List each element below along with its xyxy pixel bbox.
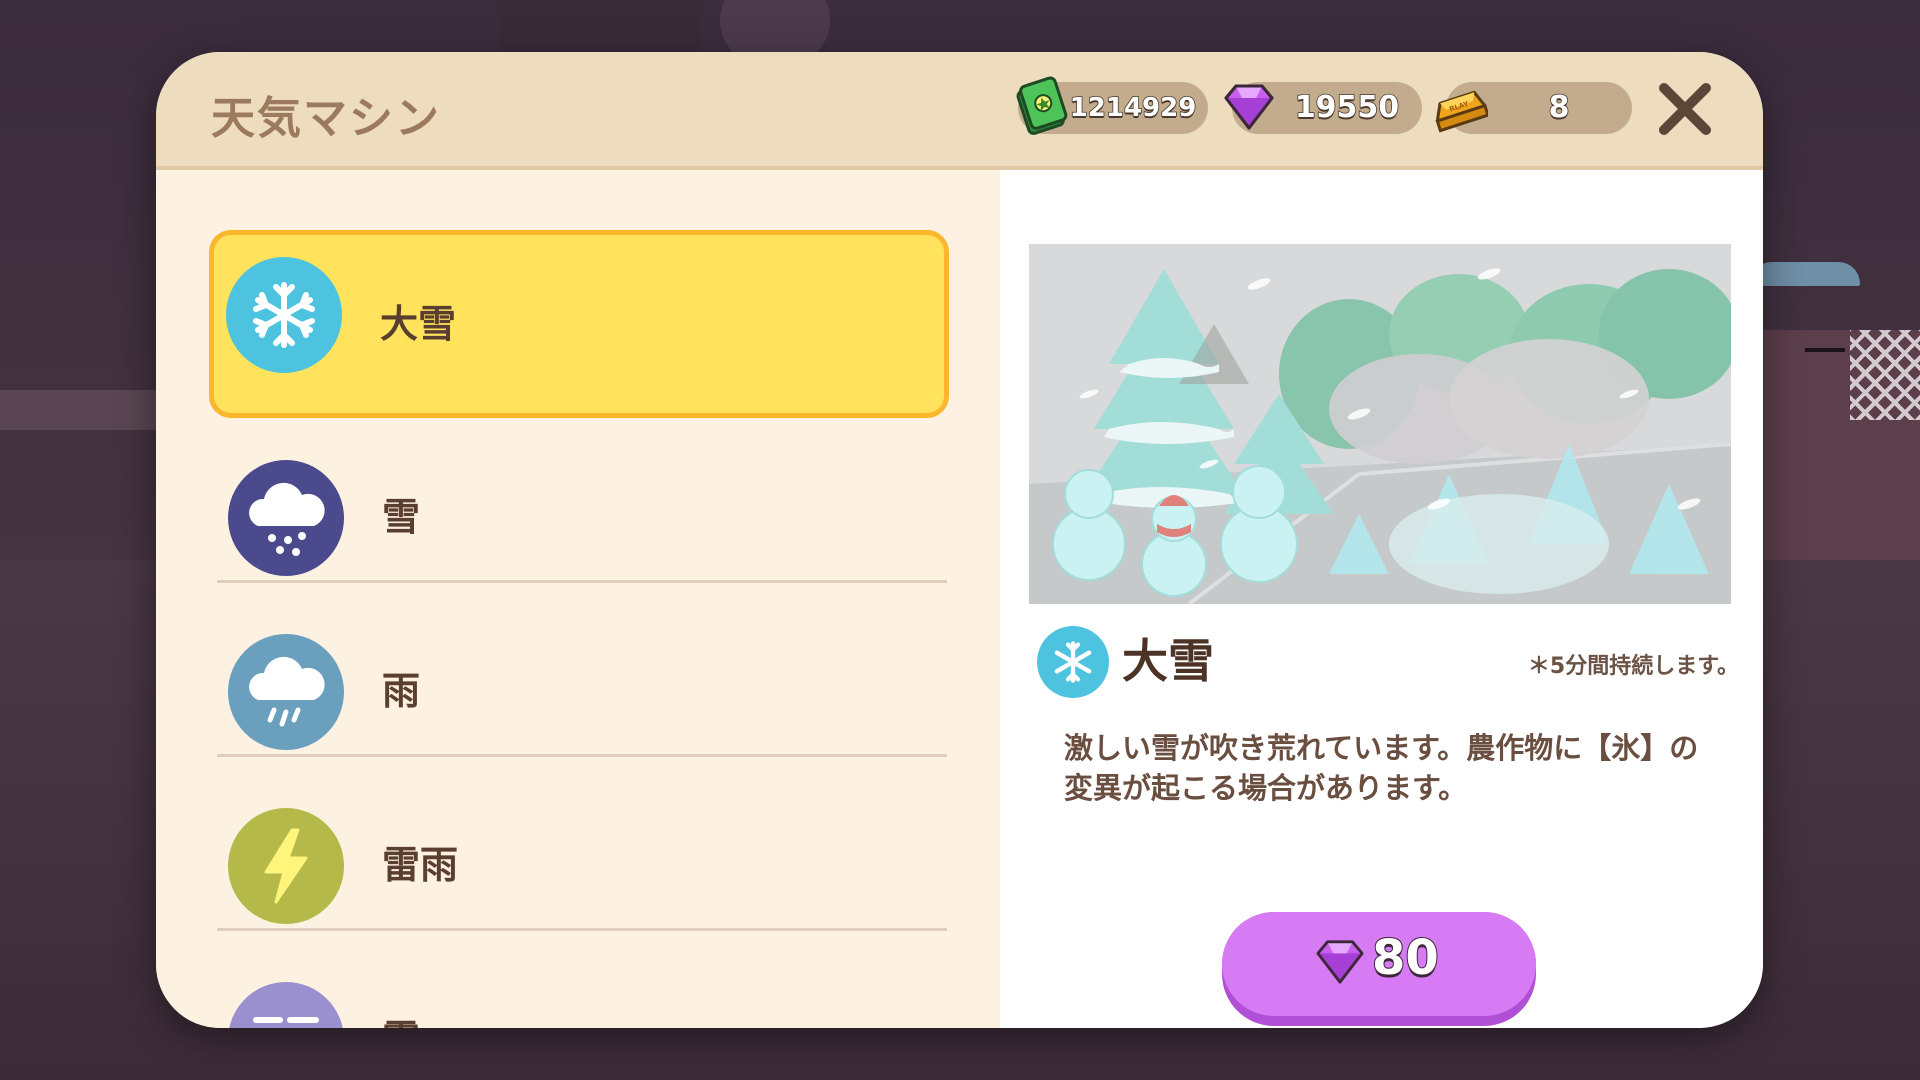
- weather-preview-image: [1029, 244, 1731, 604]
- dialog-title: 天気マシン: [211, 93, 441, 144]
- gem-icon: [1224, 84, 1274, 130]
- close-button[interactable]: [1656, 80, 1714, 138]
- snowflake-icon: [1054, 641, 1092, 683]
- cash-icon: [1016, 76, 1068, 135]
- list-divider: [217, 580, 947, 583]
- snow-cloud-icon: [249, 482, 325, 556]
- detail-description-line: 激しい雪が吹き荒れています。農作物に【氷】の: [1064, 731, 1699, 765]
- weather-item-label: 雷雨: [382, 843, 459, 887]
- weather-machine-dialog: 天気マシン 1214929 19550 8 RLAY 大雪 雪 雨 雷雨 大雪 …: [156, 52, 1763, 1028]
- weather-icon-badge: [228, 634, 344, 750]
- rain-cloud-icon: [249, 656, 325, 727]
- lightning-icon: [264, 828, 308, 904]
- buy-button-face: 80: [1222, 912, 1536, 1016]
- weather-item-fog[interactable]: 霧: [212, 954, 952, 1028]
- gem-icon: [1316, 940, 1364, 984]
- buy-weather-button[interactable]: 80: [1222, 912, 1536, 1026]
- weather-item-rain[interactable]: 雨: [212, 606, 952, 776]
- weather-icon-badge: [228, 460, 344, 576]
- close-icon: [1659, 83, 1711, 135]
- detail-weather-icon: [1037, 626, 1109, 698]
- list-divider: [217, 754, 947, 757]
- background-table: [1805, 320, 1845, 352]
- gem-value: 19550: [1294, 89, 1400, 126]
- weather-item-snow[interactable]: 雪: [212, 432, 952, 602]
- weather-item-label: 雨: [382, 669, 421, 713]
- weather-list: 大雪 雪 雨 雷雨: [156, 170, 1000, 1028]
- weather-icon-badge: [226, 257, 342, 373]
- detail-weather-name: 大雪: [1122, 634, 1214, 688]
- list-divider: [217, 928, 947, 931]
- weather-item-thunderstorm[interactable]: 雷雨: [212, 780, 952, 950]
- weather-icon-badge: [228, 808, 344, 924]
- weather-item-label: 大雪: [380, 302, 457, 346]
- cash-value: 1214929: [1069, 92, 1197, 124]
- background-fence: [1850, 330, 1920, 420]
- gold-bar-icon: RLAY: [1435, 90, 1488, 133]
- weather-detail-panel: 大雪 ＊5分間持続します。 激しい雪が吹き荒れています。農作物に【氷】の 変異が…: [1000, 170, 1763, 1028]
- background-umbrella: [1750, 262, 1860, 286]
- weather-item-heavy-snow[interactable]: 大雪: [209, 230, 949, 418]
- detail-description: 激しい雪が吹き荒れています。農作物に【氷】の 変異が起こる場合があります。: [1064, 728, 1704, 808]
- fog-icon: [253, 1017, 319, 1023]
- gold-bar-value: 8: [1548, 89, 1570, 126]
- weather-icon-badge: [228, 982, 344, 1028]
- dialog-header: 天気マシン 1214929 19550 8 RLAY: [156, 52, 1763, 170]
- detail-description-line: 変異が起こる場合があります。: [1064, 771, 1468, 805]
- snowflake-icon: [253, 282, 315, 348]
- weather-item-label: 雪: [382, 495, 421, 539]
- buy-price: 80: [1371, 929, 1440, 987]
- detail-duration: ＊5分間持続します。: [1527, 654, 1739, 679]
- heavy-snow-scene: [1029, 244, 1731, 604]
- weather-item-label: 霧: [382, 954, 420, 1028]
